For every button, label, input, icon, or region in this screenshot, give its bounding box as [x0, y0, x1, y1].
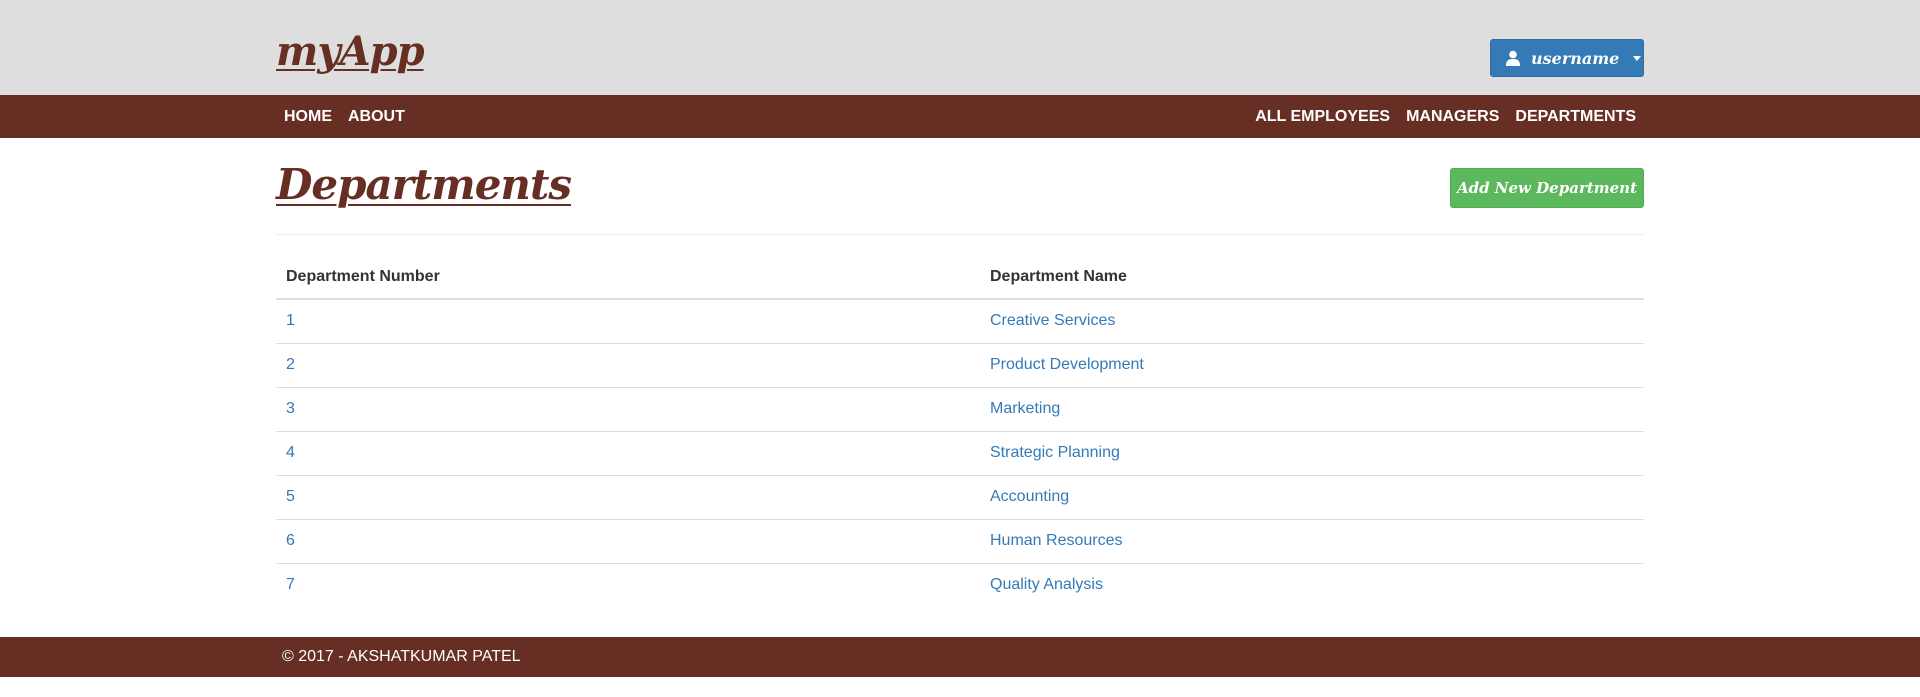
column-header-number: Department Number	[276, 257, 980, 300]
table-row: 4 Strategic Planning	[276, 431, 1644, 476]
department-number-link[interactable]: 3	[286, 400, 295, 417]
department-name-link[interactable]: Marketing	[990, 400, 1060, 417]
department-name-link[interactable]: Creative Services	[990, 312, 1115, 329]
nav-left: HOME ABOUT	[276, 108, 413, 126]
department-name-link[interactable]: Accounting	[990, 488, 1069, 505]
departments-table: Department Number Department Name 1 Crea…	[276, 257, 1644, 607]
nav-right: ALL EMPLOYEES MANAGERS DEPARTMENTS	[1247, 108, 1644, 126]
department-name-link[interactable]: Human Resources	[990, 532, 1123, 549]
department-name-link[interactable]: Product Development	[990, 356, 1144, 373]
department-number-link[interactable]: 4	[286, 444, 295, 461]
department-number-link[interactable]: 2	[286, 356, 295, 373]
department-number-link[interactable]: 5	[286, 488, 295, 505]
department-number-link[interactable]: 6	[286, 532, 295, 549]
page-title: Departments	[276, 160, 572, 209]
add-department-button[interactable]: Add New Department	[1450, 168, 1644, 208]
table-row: 7 Quality Analysis	[276, 563, 1644, 607]
user-icon	[1506, 50, 1520, 66]
department-number-link[interactable]: 7	[286, 576, 295, 593]
username-label: username	[1531, 48, 1620, 68]
table-header-row: Department Number Department Name	[276, 257, 1644, 300]
department-name-link[interactable]: Quality Analysis	[990, 576, 1103, 593]
brand-logo[interactable]: myApp	[276, 28, 425, 75]
table-row: 3 Marketing	[276, 387, 1644, 432]
table-row: 1 Creative Services	[276, 298, 1644, 344]
table-row: 5 Accounting	[276, 475, 1644, 520]
nav-about[interactable]: ABOUT	[342, 108, 411, 126]
table-row: 6 Human Resources	[276, 519, 1644, 564]
top-header: myApp username	[0, 0, 1920, 95]
department-name-link[interactable]: Strategic Planning	[990, 444, 1120, 461]
table-row: 2 Product Development	[276, 343, 1644, 388]
page-header: Departments Add New Department	[276, 138, 1644, 235]
user-menu-button[interactable]: username	[1490, 39, 1644, 77]
chevron-down-icon	[1633, 55, 1642, 61]
nav-departments[interactable]: DEPARTMENTS	[1509, 108, 1642, 126]
department-number-link[interactable]: 1	[286, 312, 295, 329]
nav-managers[interactable]: MANAGERS	[1400, 108, 1505, 126]
footer-copyright: © 2017 - AKSHATKUMAR PATEL	[282, 648, 521, 665]
page-footer: © 2017 - AKSHATKUMAR PATEL	[0, 637, 1920, 677]
main-content: Departments Add New Department Departmen…	[276, 138, 1644, 607]
main-navbar: HOME ABOUT ALL EMPLOYEES MANAGERS DEPART…	[0, 95, 1920, 138]
nav-all-employees[interactable]: ALL EMPLOYEES	[1249, 108, 1396, 126]
nav-home[interactable]: HOME	[278, 108, 338, 126]
column-header-name: Department Name	[980, 257, 1644, 300]
